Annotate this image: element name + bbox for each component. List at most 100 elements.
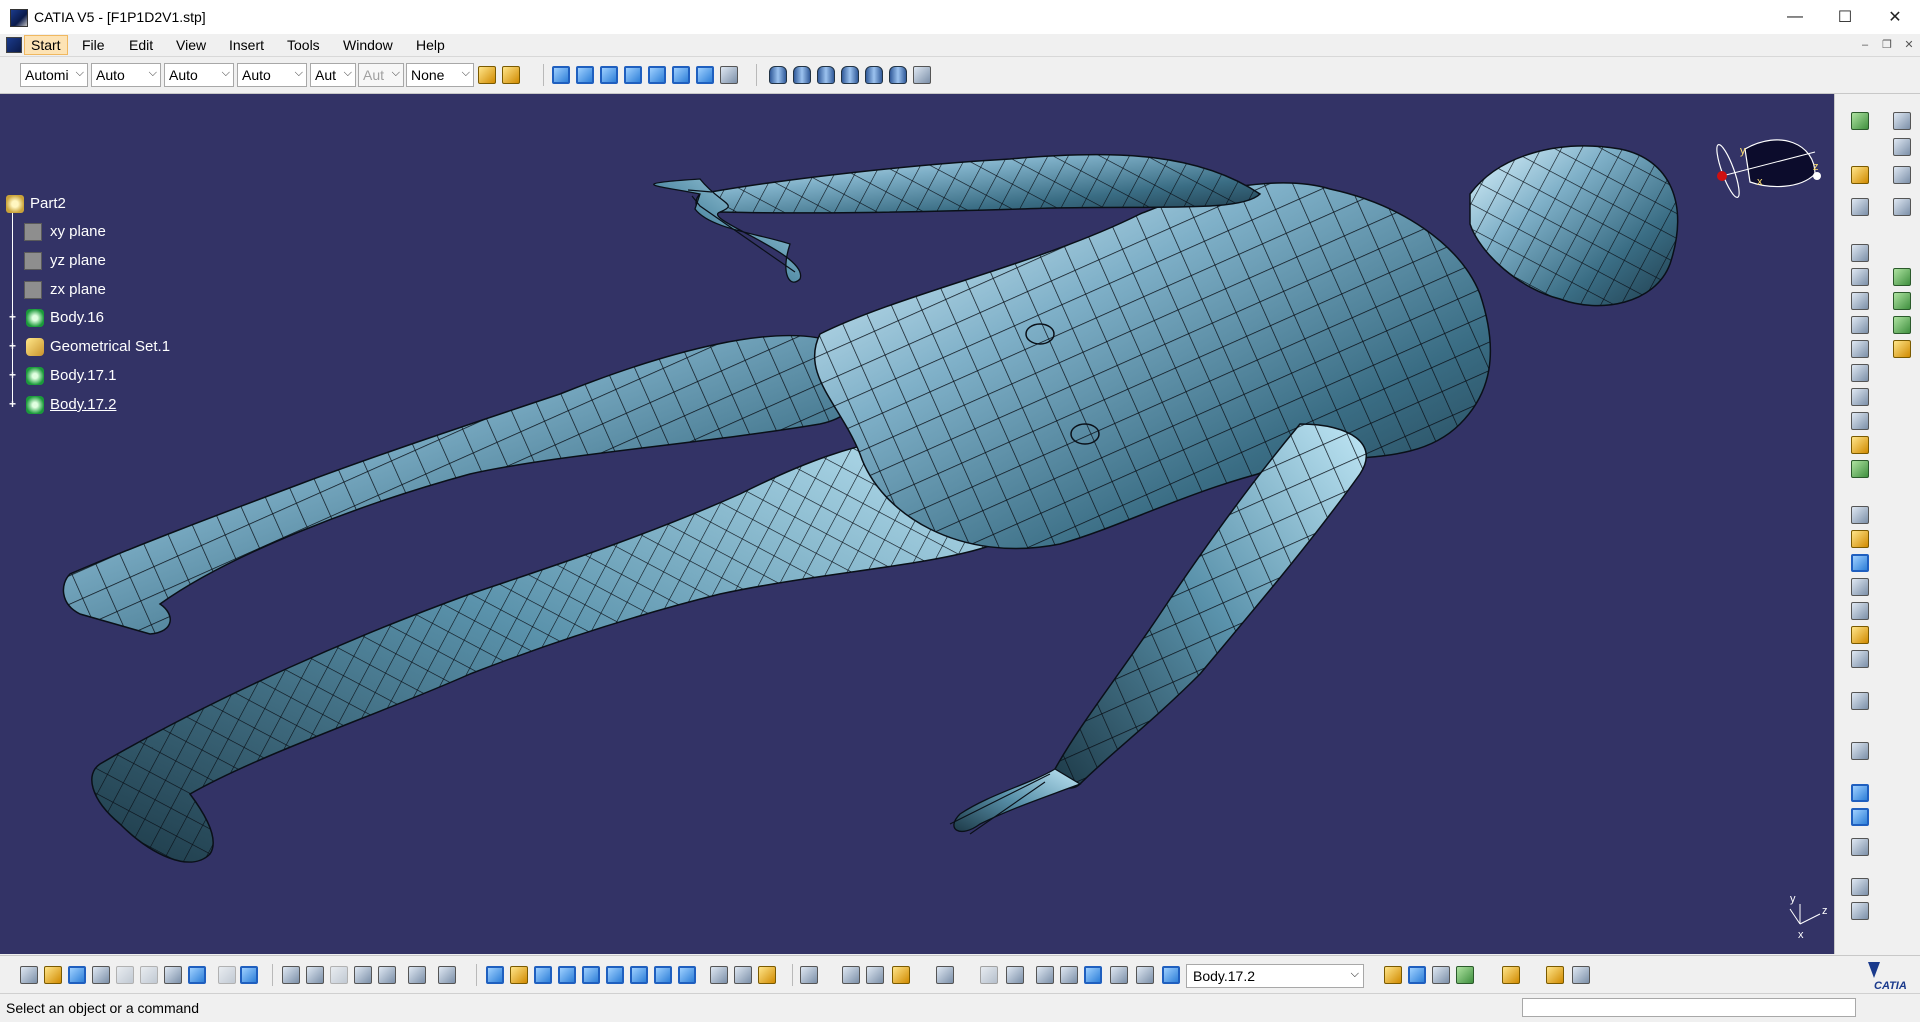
body-selector-icon[interactable] (1162, 966, 1180, 984)
tree-node-zx-plane[interactable]: zx plane (24, 280, 144, 300)
human-body-mesh-model[interactable]: y z x y z x (0, 94, 1834, 954)
scaling-icon[interactable] (1851, 838, 1869, 856)
expand-icon[interactable]: + (8, 340, 17, 352)
sketch-tools-icon[interactable] (842, 966, 860, 984)
measure-icon[interactable] (1893, 138, 1911, 156)
draft-icon[interactable] (1851, 554, 1869, 572)
scan-icon[interactable] (1136, 966, 1154, 984)
hole-icon[interactable] (1851, 340, 1869, 358)
boolean-intersect-icon[interactable] (1893, 316, 1911, 334)
select-icon[interactable] (1851, 166, 1869, 184)
mirror-icon[interactable] (1851, 742, 1869, 760)
shaft-icon[interactable] (1851, 292, 1869, 310)
knowledge-comment-icon[interactable] (306, 966, 324, 984)
menu-help[interactable]: Help (410, 36, 451, 54)
shading-icon[interactable] (769, 66, 787, 84)
named-views-icon[interactable] (720, 66, 738, 84)
translation-icon[interactable] (1851, 692, 1869, 710)
line-weight-combo[interactable]: Auto ⌵ (164, 63, 234, 87)
update-icon[interactable] (800, 966, 818, 984)
fly-mode-icon[interactable] (486, 966, 504, 984)
minimize-button[interactable]: — (1772, 0, 1818, 34)
normal-view-icon[interactable] (630, 966, 648, 984)
menu-file[interactable]: File (76, 36, 111, 54)
tree-node-yz-plane[interactable]: yz plane (24, 251, 144, 271)
new-icon[interactable] (20, 966, 38, 984)
shading-material-icon[interactable] (841, 66, 859, 84)
menu-insert[interactable]: Insert (223, 36, 270, 54)
analysis-icon[interactable] (1502, 966, 1520, 984)
front-view-icon[interactable] (576, 66, 594, 84)
work-on-support-icon[interactable] (892, 966, 910, 984)
measure-between-icon[interactable] (1432, 966, 1450, 984)
fill-color-combo[interactable]: Automi ⌵ (20, 63, 88, 87)
workbench-icon[interactable] (1851, 112, 1869, 130)
line-type-combo[interactable]: Auto ⌵ (237, 63, 307, 87)
menu-window[interactable]: Window (337, 36, 399, 54)
shading-with-edges-icon[interactable] (793, 66, 811, 84)
document-restore-button[interactable]: ❐ (1880, 38, 1894, 52)
axis-system-icon[interactable] (1036, 966, 1054, 984)
tree-node-xy-plane[interactable]: xy plane (24, 222, 144, 242)
paste-icon[interactable] (164, 966, 182, 984)
menu-edit[interactable]: Edit (123, 36, 159, 54)
camera-icon[interactable] (936, 966, 954, 984)
define-in-work-object-icon[interactable] (1084, 966, 1102, 984)
open-icon[interactable] (44, 966, 62, 984)
power-input-field[interactable] (1522, 998, 1856, 1017)
quick-view-icon[interactable] (678, 966, 696, 984)
thread-icon[interactable] (1851, 626, 1869, 644)
painter-icon[interactable] (478, 66, 496, 84)
multi-view-icon[interactable] (654, 966, 672, 984)
isolate-icon[interactable] (1572, 966, 1590, 984)
sketch-analysis-icon[interactable] (1893, 112, 1911, 130)
undo-icon[interactable] (188, 966, 206, 984)
left-view-icon[interactable] (624, 66, 642, 84)
maximize-button[interactable]: ☐ (1822, 0, 1868, 34)
orientation-compass[interactable]: y z x (1713, 139, 1821, 199)
customize-view-icon[interactable] (913, 66, 931, 84)
render-icon[interactable] (1384, 966, 1402, 984)
reorder-icon[interactable] (1060, 966, 1078, 984)
pan-icon[interactable] (534, 966, 552, 984)
tree-node-body-16[interactable]: + Body.16 (6, 308, 146, 328)
groove-icon[interactable] (1851, 316, 1869, 334)
layer-combo[interactable]: None ⌵ (406, 63, 474, 87)
back-view-icon[interactable] (600, 66, 618, 84)
edge-fillet-icon[interactable] (1851, 506, 1869, 524)
constraints-icon[interactable] (1851, 902, 1869, 920)
3d-viewport[interactable]: y z x y z x Part2 xy plane yz plane zx p… (0, 94, 1834, 954)
stiffener-icon[interactable] (1851, 412, 1869, 430)
remove-face-icon[interactable] (1851, 650, 1869, 668)
catalog-icon[interactable] (438, 966, 456, 984)
thickness-icon[interactable] (1851, 602, 1869, 620)
rib-icon[interactable] (1851, 364, 1869, 382)
constraint-tools-icon[interactable] (866, 966, 884, 984)
menu-start[interactable]: Start (24, 35, 68, 55)
edit-body-icon[interactable] (1110, 966, 1128, 984)
apply-material-icon[interactable] (1893, 166, 1911, 184)
wireframe-icon[interactable] (865, 66, 883, 84)
zoom-in-icon[interactable] (582, 966, 600, 984)
measure-item-icon[interactable] (1456, 966, 1474, 984)
boolean-union-trim-icon[interactable] (1893, 340, 1911, 358)
removed-multi-section-icon[interactable] (1851, 460, 1869, 478)
close-button[interactable]: ✕ (1872, 0, 1918, 34)
tree-node-part2[interactable]: Part2 (6, 194, 106, 214)
shading-hidden-edges-icon[interactable] (817, 66, 835, 84)
bottom-view-icon[interactable] (696, 66, 714, 84)
swap-visible-space-icon[interactable] (758, 966, 776, 984)
top-view-icon[interactable] (672, 66, 690, 84)
tree-node-body-17-1[interactable]: + Body.17.1 (6, 366, 146, 386)
apply-material-bottom-icon[interactable] (1408, 966, 1426, 984)
rectangular-pattern-icon[interactable] (1851, 784, 1869, 802)
expand-icon[interactable]: + (8, 398, 17, 410)
properties-painter-icon[interactable] (502, 66, 520, 84)
pocket-icon[interactable] (1851, 268, 1869, 286)
point-symbol-combo[interactable]: Aut ⌵ (310, 63, 356, 87)
document-close-button[interactable]: ✕ (1902, 38, 1916, 52)
view-mode-icon[interactable] (710, 966, 728, 984)
instantiate-icon[interactable] (408, 966, 426, 984)
expand-icon[interactable]: + (8, 369, 17, 381)
menu-view[interactable]: View (170, 36, 212, 54)
